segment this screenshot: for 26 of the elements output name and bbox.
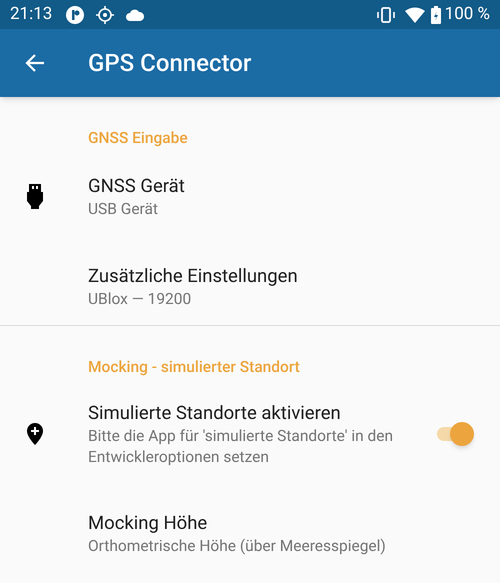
battery-icon	[430, 6, 441, 24]
wifi-icon	[404, 6, 425, 22]
preference-row[interactable]: GNSS Gerät USB Gerät	[0, 157, 500, 235]
location-icon	[96, 6, 114, 24]
preference-summary: Orthometrische Höhe (über Meeresspiegel)	[88, 536, 387, 556]
preference-row[interactable]: Simulierte Standorte aktivieren Bitte die App für 'simulierte Standorte' in den Entwickleroptionen setzen	[0, 386, 500, 482]
preference-summary: Bitte die App für 'simulierte Standorte' in den Entwickleroptionen setzen	[88, 426, 394, 468]
section-header: Mocking - simulierter Standort	[88, 356, 300, 378]
preference-title: Simulierte Standorte aktivieren	[88, 401, 342, 426]
preference-row[interactable]: Mocking Höhe Orthometrische Höhe (über Meeresspiegel)	[0, 494, 500, 572]
toolbar-title: GPS Connector	[88, 48, 252, 79]
preference-row[interactable]: Zusätzliche Einstellungen UBlox — 19200	[0, 247, 500, 325]
preference-title: Mocking Höhe	[88, 510, 208, 536]
location-pin-plus-icon	[26, 422, 44, 446]
preference-summary: USB Gerät	[88, 198, 159, 220]
cloud-icon	[126, 8, 144, 20]
status-time: 21:13	[10, 2, 52, 26]
usb-plug-icon	[26, 183, 44, 209]
preference-summary: UBlox — 19200	[88, 288, 192, 310]
section-header: GNSS Eingabe	[88, 128, 188, 149]
battery-level: 100 %	[444, 2, 490, 26]
back-arrow-icon	[25, 53, 45, 73]
preference-title: Zusätzliche Einstellungen	[88, 264, 299, 288]
preference-title: GNSS Gerät	[88, 174, 186, 198]
vibrate-icon	[376, 6, 395, 22]
notification-icon	[66, 6, 84, 24]
